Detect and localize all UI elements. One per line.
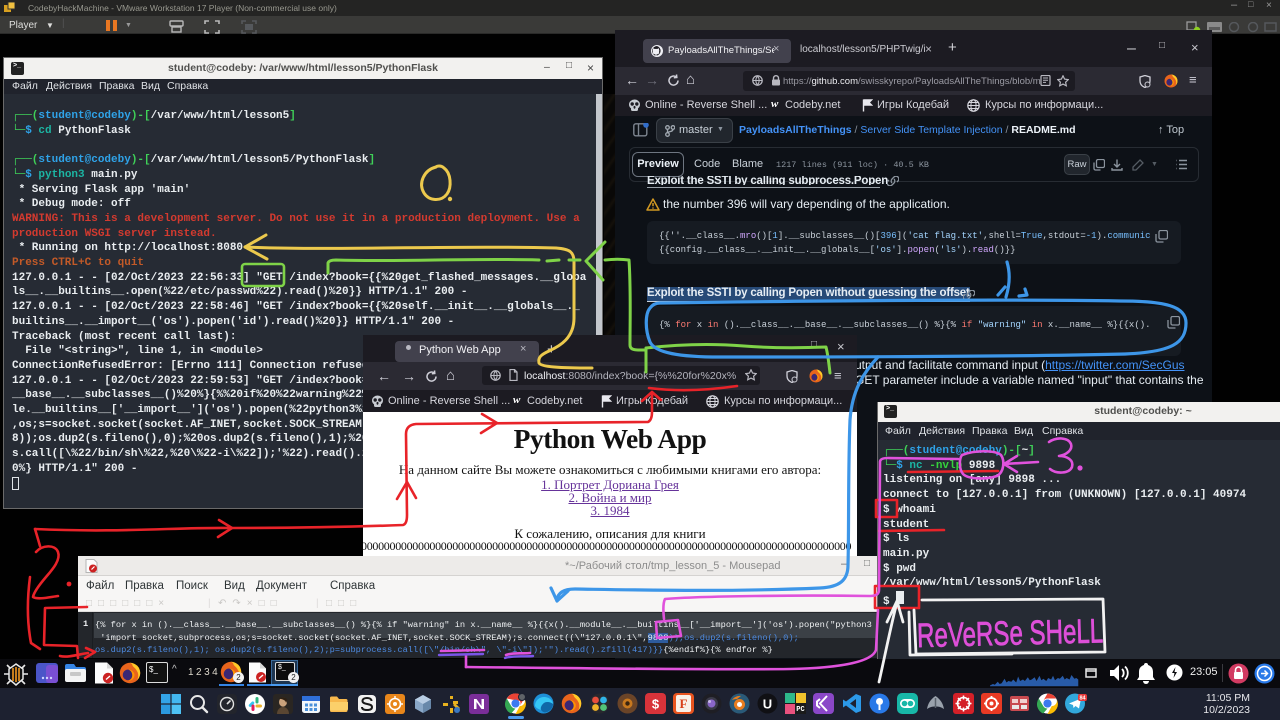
svg-text:84: 84 [1079, 696, 1086, 702]
svg-text:$: $ [652, 697, 660, 712]
svg-text:PC: PC [796, 706, 804, 714]
svg-text:U: U [763, 697, 772, 712]
svg-text:F: F [680, 696, 688, 711]
